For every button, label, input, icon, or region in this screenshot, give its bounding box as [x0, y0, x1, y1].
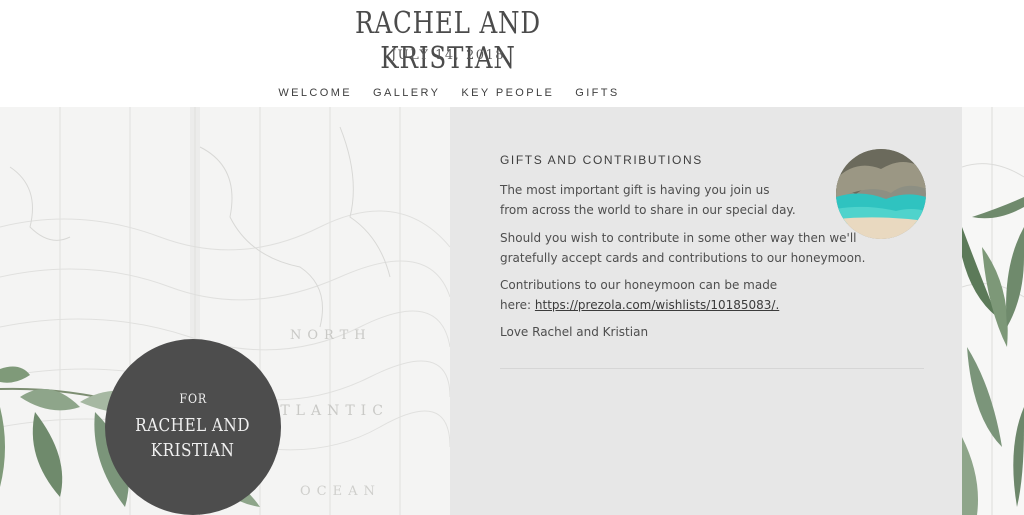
- gifts-section: GIFTS AND CONTRIBUTIONS The most importa…: [450, 107, 962, 515]
- beach-cove-image: [836, 149, 926, 239]
- nav-welcome[interactable]: WELCOME: [278, 87, 352, 99]
- signoff-text: Love Rachel and Kristian: [500, 325, 649, 339]
- honeymoon-beach-photo: [836, 149, 926, 239]
- map-label-ocean: OCEAN: [300, 484, 381, 499]
- badge-names-line2: KRISTIAN: [151, 439, 235, 461]
- gifts-paragraph-2: Should you wish to contribute in some ot…: [500, 231, 866, 265]
- gifts-heading: GIFTS AND CONTRIBUTIONS: [500, 153, 703, 167]
- map-label-north: NORTH: [290, 328, 372, 343]
- badge-names: RACHEL AND KRISTIAN: [136, 413, 251, 463]
- right-botanical-decor: [962, 107, 1024, 515]
- couple-badge: FOR RACHEL AND KRISTIAN: [105, 339, 281, 515]
- section-divider: [500, 368, 924, 369]
- site-header: RACHEL AND KRISTIAN JULY 14, 2018 WELCOM…: [0, 0, 1024, 107]
- couple-title: RACHEL AND KRISTIAN: [355, 6, 541, 76]
- gifts-paragraph-3: Contributions to our honeymoon can be ma…: [500, 275, 800, 315]
- nav-gifts[interactable]: GIFTS: [575, 87, 619, 99]
- badge-for-label: FOR: [179, 391, 207, 407]
- botanical-leaves-right-illustration: [962, 107, 1024, 515]
- main-nav: WELCOME GALLERY KEY PEOPLE GIFTS: [0, 87, 898, 99]
- prezola-wishlist-link[interactable]: https://prezola.com/wishlists/10185083/.: [535, 298, 779, 312]
- nav-gallery[interactable]: GALLERY: [373, 87, 440, 99]
- wedding-date: JULY 14, 2018: [390, 48, 506, 63]
- badge-names-line1: RACHEL AND: [135, 414, 251, 436]
- map-background: NORTH ATLANTIC OCEAN FOR RACHEL AND KRIS…: [0, 107, 450, 515]
- nav-key-people[interactable]: KEY PEOPLE: [461, 87, 554, 99]
- map-label-atlantic: ATLANTIC: [264, 403, 389, 419]
- gifts-paragraph-1: The most important gift is having you jo…: [500, 183, 796, 217]
